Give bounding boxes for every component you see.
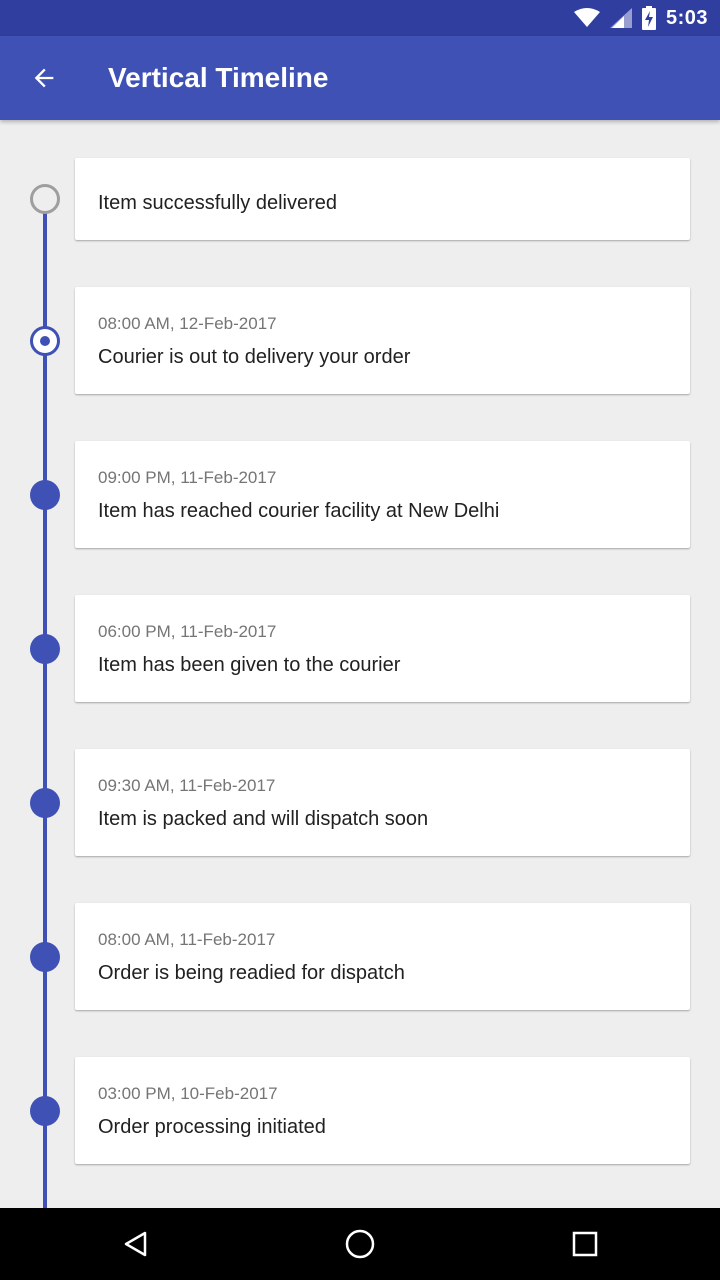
timeline-marker-completed	[30, 788, 60, 818]
event-time: 09:00 PM, 11-Feb-2017	[98, 468, 277, 487]
timeline-marker-completed	[30, 480, 60, 510]
event-message: Courier is out to delivery your order	[98, 346, 411, 368]
timeline-card[interactable]: 06:00 PM, 11-Feb-2017 Item has been give…	[75, 595, 690, 702]
signal-icon	[609, 8, 632, 28]
timeline-card[interactable]: 08:00 AM, 12-Feb-2017 Courier is out to …	[75, 287, 690, 394]
nav-back-button[interactable]	[116, 1224, 156, 1264]
wifi-icon	[573, 8, 600, 27]
nav-home-button[interactable]	[340, 1224, 380, 1264]
nav-recents-button[interactable]	[565, 1224, 605, 1264]
marker-dot	[40, 336, 50, 346]
event-time: 03:00 PM, 10-Feb-2017	[98, 1084, 278, 1103]
event-time: 09:30 AM, 11-Feb-2017	[98, 776, 276, 795]
timeline-marker-active	[30, 326, 60, 356]
arrow-back-icon	[34, 68, 54, 88]
back-button[interactable]	[24, 58, 64, 98]
event-message: Item successfully delivered	[98, 192, 337, 214]
timeline-marker-completed	[30, 942, 60, 972]
home-circle-icon	[345, 1229, 375, 1259]
timeline-card[interactable]: 09:00 PM, 11-Feb-2017 Item has reached c…	[75, 441, 690, 548]
event-message: Item has been given to the courier	[98, 654, 401, 676]
status-bar: 5:03	[0, 0, 720, 36]
timeline-marker-completed	[30, 634, 60, 664]
event-time: 06:00 PM, 11-Feb-2017	[98, 622, 277, 641]
timeline-marker-pending	[30, 184, 60, 214]
recents-square-icon	[572, 1231, 598, 1257]
timeline-card[interactable]: 08:00 AM, 11-Feb-2017 Order is being rea…	[75, 903, 690, 1010]
event-time: 08:00 AM, 11-Feb-2017	[98, 930, 276, 949]
page-title: Vertical Timeline	[108, 62, 329, 93]
timeline-card[interactable]: 03:00 PM, 10-Feb-2017 Order processing i…	[75, 1057, 690, 1164]
event-message: Item is packed and will dispatch soon	[98, 808, 429, 830]
event-message: Item has reached courier facility at New…	[98, 500, 500, 522]
status-time: 5:03	[665, 6, 708, 29]
timeline-card[interactable]: Item successfully delivered	[75, 158, 690, 240]
event-message: Order is being readied for dispatch	[98, 962, 405, 984]
event-time: 08:00 AM, 12-Feb-2017	[98, 314, 277, 333]
app-bar: Vertical Timeline	[0, 36, 720, 120]
navigation-bar	[0, 1208, 720, 1280]
battery-charging-icon	[641, 6, 656, 30]
back-triangle-icon	[124, 1231, 147, 1257]
status-icons: 5:03	[573, 0, 708, 36]
timeline-marker-completed	[30, 1096, 60, 1126]
timeline-card[interactable]: 09:30 AM, 11-Feb-2017 Item is packed and…	[75, 749, 690, 856]
event-message: Order processing initiated	[98, 1116, 326, 1138]
timeline-line	[43, 212, 47, 1208]
